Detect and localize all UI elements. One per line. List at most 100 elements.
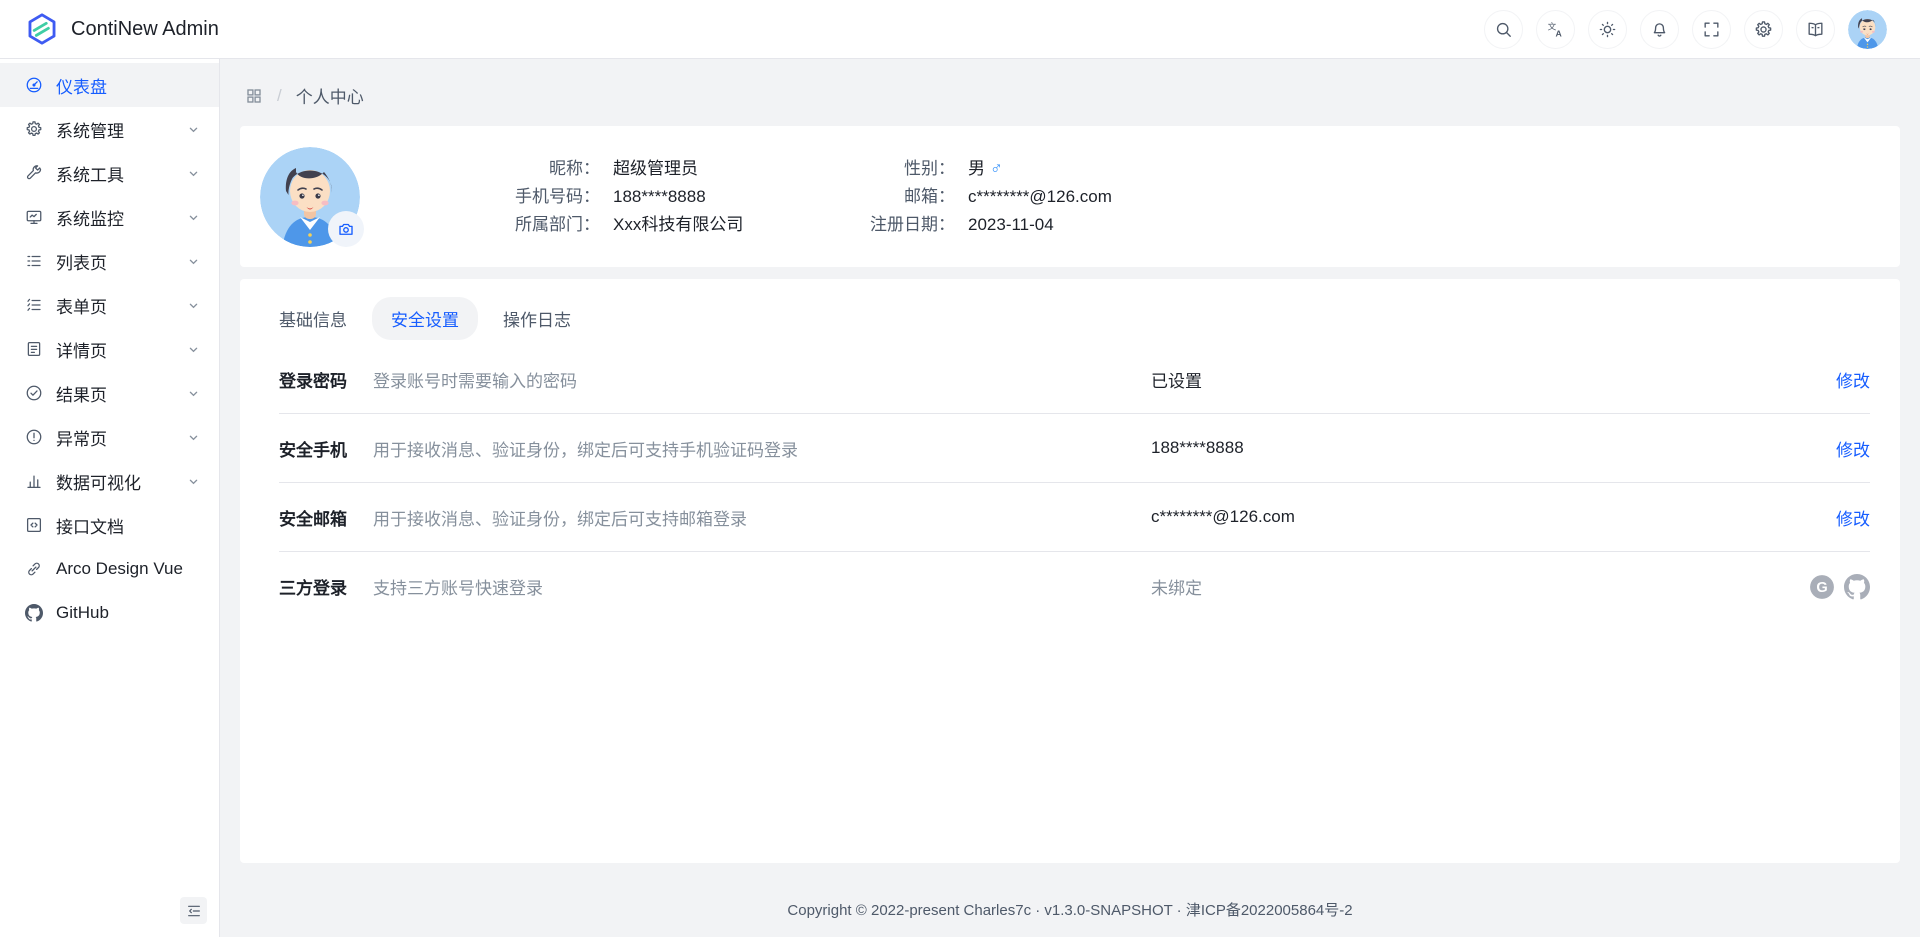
avatar-image: [1848, 10, 1887, 49]
sidebar-item-system-monitor[interactable]: 系统监控: [0, 195, 219, 239]
footer: Copyright © 2022-present Charles7c · v1.…: [220, 863, 1920, 937]
row-label: 安全邮箱: [279, 505, 373, 530]
sidebar-item-label: Arco Design Vue: [56, 559, 201, 579]
row-value: c********@126.com: [1151, 507, 1836, 527]
fullscreen-icon: [1702, 20, 1721, 39]
form-icon: [25, 296, 43, 314]
chevron-down-icon: [186, 386, 201, 401]
search-icon: [1494, 20, 1513, 39]
sidebar-item-system-management[interactable]: 系统管理: [0, 107, 219, 151]
modify-password-link[interactable]: 修改: [1836, 367, 1870, 392]
header-actions: 文 A: [1484, 10, 1920, 49]
chevron-down-icon: [186, 474, 201, 489]
settings-button[interactable]: [1744, 10, 1783, 49]
translate-button[interactable]: 文 A: [1536, 10, 1575, 49]
sidebar-item-label: 列表页: [56, 249, 186, 274]
monitor-icon: [25, 208, 43, 226]
sidebar-item-result-pages[interactable]: 结果页: [0, 371, 219, 415]
chevron-down-icon: [186, 254, 201, 269]
app-logo[interactable]: ContiNew Admin: [0, 12, 219, 46]
list-icon: [25, 252, 43, 270]
field-label: 性别：: [850, 157, 955, 181]
field-label: 注册日期：: [850, 213, 955, 237]
notifications-button[interactable]: [1640, 10, 1679, 49]
tab-security-settings[interactable]: 安全设置: [372, 297, 478, 340]
bell-icon: [1650, 20, 1669, 39]
tab-basic-info[interactable]: 基础信息: [279, 297, 347, 340]
modify-email-link[interactable]: 修改: [1836, 505, 1870, 530]
field-label: 昵称：: [495, 157, 600, 181]
sidebar-item-label: 结果页: [56, 381, 186, 406]
edit-avatar-button[interactable]: [328, 211, 364, 247]
profile-info: 昵称： 超级管理员 手机号码： 188****8888 所属部门： Xxx科技有…: [495, 157, 1112, 237]
row-value: 未绑定: [1151, 574, 1809, 599]
sidebar-item-label: 接口文档: [56, 513, 201, 538]
sidebar-item-github[interactable]: GitHub: [0, 591, 219, 635]
field-label: 所属部门：: [495, 213, 600, 237]
row-value: 已设置: [1151, 367, 1836, 392]
sidebar-item-data-visualization[interactable]: 数据可视化: [0, 459, 219, 503]
sidebar-item-arco-design-vue[interactable]: Arco Design Vue: [0, 547, 219, 591]
sidebar-item-label: 详情页: [56, 337, 186, 362]
profile-tabs: 基础信息 安全设置 操作日志: [279, 295, 1870, 341]
fullscreen-button[interactable]: [1692, 10, 1731, 49]
github-icon: [25, 604, 43, 622]
chevron-down-icon: [186, 210, 201, 225]
security-card: 基础信息 安全设置 操作日志 登录密码 登录账号时需要输入的密码 已设置 修改 …: [240, 279, 1900, 863]
user-avatar[interactable]: [1848, 10, 1887, 49]
profile-avatar[interactable]: [260, 147, 360, 247]
theme-toggle-button[interactable]: [1588, 10, 1627, 49]
row-description: 用于接收消息、验证身份，绑定后可支持手机验证码登录: [373, 436, 1151, 461]
row-description: 支持三方账号快速登录: [373, 574, 1151, 599]
app-header: ContiNew Admin 文 A: [0, 0, 1920, 59]
sidebar-item-form-pages[interactable]: 表单页: [0, 283, 219, 327]
sidebar-item-system-tools[interactable]: 系统工具: [0, 151, 219, 195]
sidebar-item-list-pages[interactable]: 列表页: [0, 239, 219, 283]
row-description: 用于接收消息、验证身份，绑定后可支持邮箱登录: [373, 505, 1151, 530]
field-label: 邮箱：: [850, 185, 955, 209]
github-icon[interactable]: [1844, 574, 1870, 600]
row-description: 登录账号时需要输入的密码: [373, 367, 1151, 392]
gitee-icon[interactable]: G: [1809, 574, 1835, 600]
chevron-down-icon: [186, 298, 201, 313]
book-icon: [1806, 20, 1825, 39]
nickname-value: 超级管理员: [613, 157, 698, 181]
sidebar-item-label: 仪表盘: [56, 73, 201, 98]
security-row-phone: 安全手机 用于接收消息、验证身份，绑定后可支持手机验证码登录 188****88…: [279, 414, 1870, 483]
gear-icon: [25, 120, 43, 138]
sidebar-item-label: 异常页: [56, 425, 186, 450]
apps-grid-icon[interactable]: [245, 87, 263, 105]
wrench-icon: [25, 164, 43, 182]
breadcrumb-separator: /: [277, 86, 282, 106]
translate-icon: 文 A: [1546, 20, 1565, 39]
sidebar-item-detail-pages[interactable]: 详情页: [0, 327, 219, 371]
menu-fold-icon: [186, 903, 202, 919]
sun-icon: [1598, 20, 1617, 39]
chevron-down-icon: [186, 122, 201, 137]
sidebar-item-exception-pages[interactable]: 异常页: [0, 415, 219, 459]
third-party-login-icons: G: [1809, 574, 1870, 600]
docs-button[interactable]: [1796, 10, 1835, 49]
main-content: / 个人中心 昵称： 超级管理员 手机号码： 188****8888: [220, 59, 1920, 937]
link-icon: [25, 560, 43, 578]
chevron-down-icon: [186, 342, 201, 357]
svg-text:G: G: [1816, 580, 1827, 596]
code-icon: [25, 516, 43, 534]
chevron-down-icon: [186, 166, 201, 181]
sidebar-item-api-docs[interactable]: 接口文档: [0, 503, 219, 547]
sidebar-collapse-button[interactable]: [180, 897, 207, 924]
row-label: 三方登录: [279, 574, 373, 599]
search-button[interactable]: [1484, 10, 1523, 49]
camera-icon: [337, 220, 355, 238]
row-label: 安全手机: [279, 436, 373, 461]
sidebar-item-label: 系统监控: [56, 205, 186, 230]
gear-icon: [1754, 20, 1773, 39]
sidebar-item-label: GitHub: [56, 603, 201, 623]
row-value: 188****8888: [1151, 438, 1836, 458]
sidebar-item-dashboard[interactable]: 仪表盘: [0, 63, 219, 107]
breadcrumb-current: 个人中心: [296, 83, 364, 108]
copyright-text: Copyright © 2022-present Charles7c · v1.…: [787, 899, 1352, 920]
tab-operation-log[interactable]: 操作日志: [503, 297, 571, 340]
modify-phone-link[interactable]: 修改: [1836, 436, 1870, 461]
profile-info-right: 性别： 男 ♂ 邮箱： c********@126.com 注册日期： 2023…: [850, 157, 1112, 237]
